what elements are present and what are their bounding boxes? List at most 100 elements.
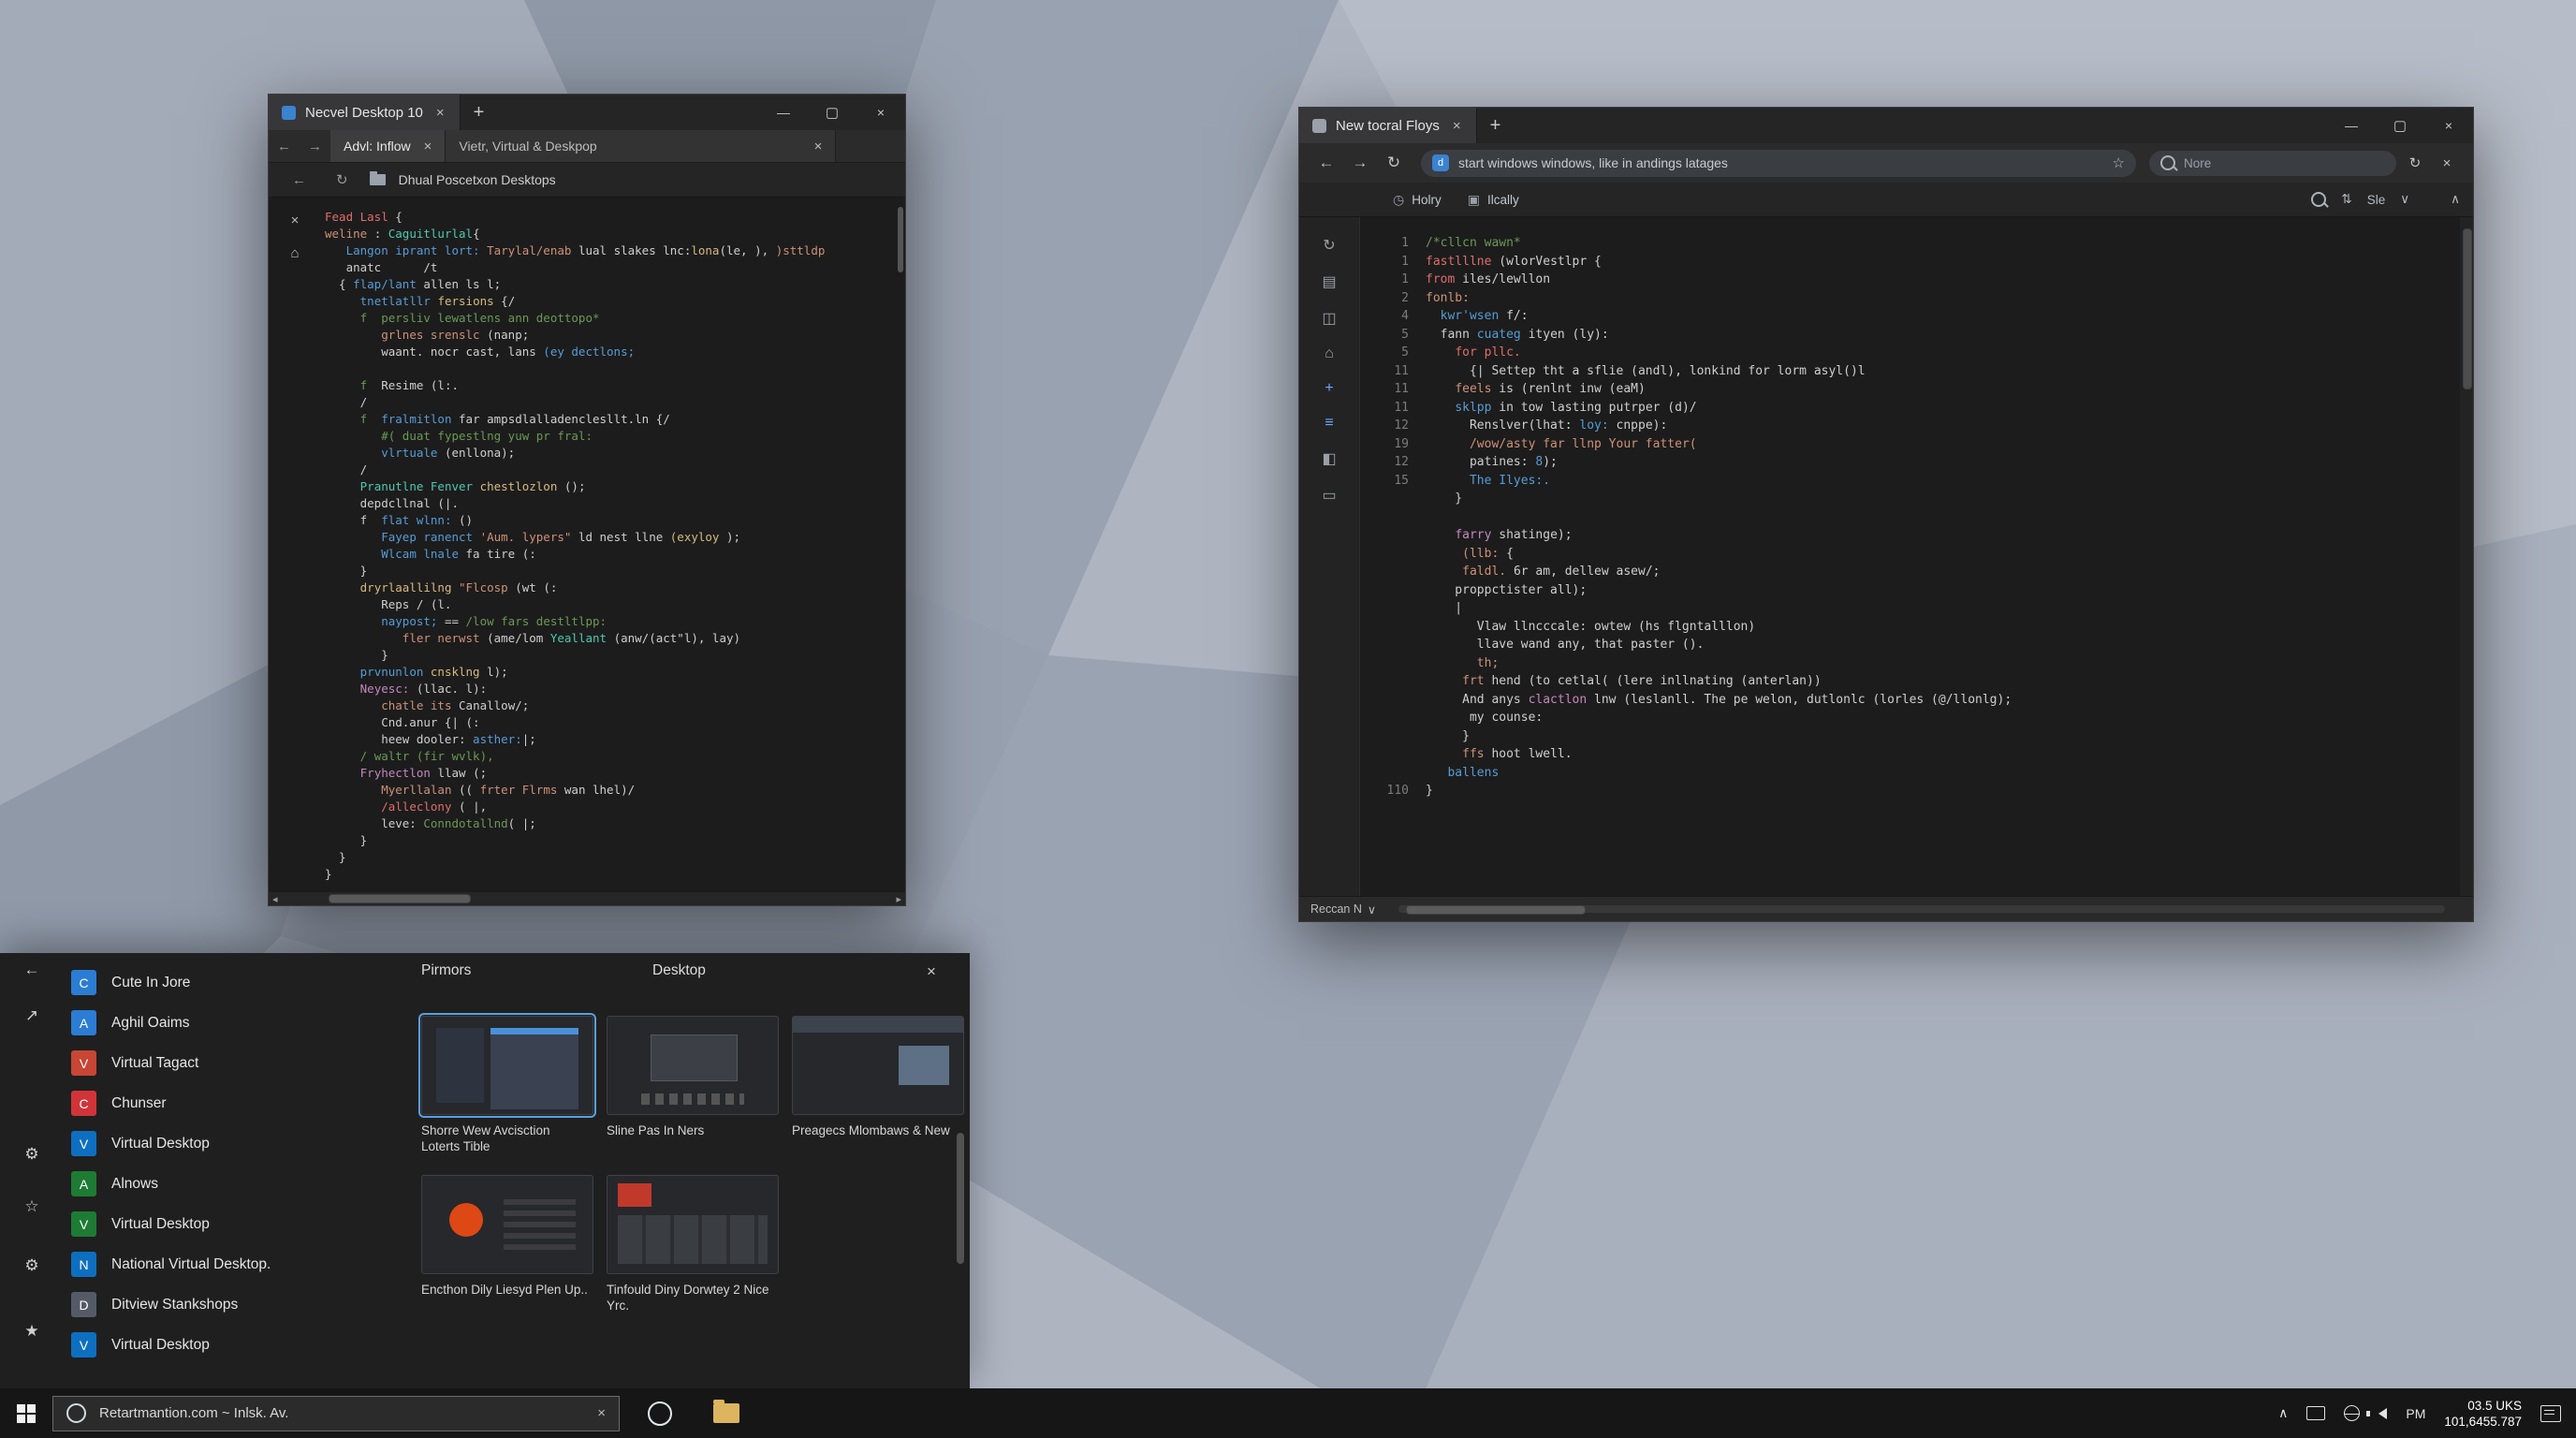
vertical-scrollbar-thumb[interactable] — [898, 207, 903, 272]
task-thumbnail[interactable] — [421, 1016, 593, 1115]
app-list-item[interactable]: VVirtual Desktop — [71, 1123, 408, 1164]
task-thumbnail[interactable] — [421, 1175, 593, 1274]
back-icon[interactable]: ← — [269, 139, 300, 154]
home-icon[interactable]: ⌂ — [290, 245, 299, 261]
back-icon[interactable]: ← — [0, 961, 64, 979]
scroll-right-icon[interactable]: ▸ — [896, 893, 901, 905]
clear-search-icon[interactable]: × — [597, 1405, 606, 1421]
volume-icon[interactable] — [2378, 1408, 2387, 1419]
settings-icon[interactable]: ↻ — [2402, 154, 2428, 171]
sort-icon[interactable]: ⇅ — [2341, 192, 2351, 207]
scroll-left-icon[interactable]: ◂ — [272, 893, 278, 905]
task-thumbnail[interactable] — [607, 1016, 779, 1115]
tab-close-icon[interactable]: × — [1449, 116, 1465, 136]
app-list-item[interactable]: VVirtual Tagact — [71, 1043, 408, 1083]
taskbar-search-input[interactable]: Retartmantion.com ~ Inlsk. Av. × — [52, 1396, 620, 1431]
url-field[interactable]: d start windows windows, like in andings… — [1421, 150, 2136, 177]
task-thumbnail-item[interactable]: Sline Pas In Ners — [607, 1016, 777, 1154]
chevron-down-icon[interactable]: ∨ — [2400, 192, 2409, 207]
refresh-icon[interactable]: ↻ — [1323, 236, 1335, 255]
new-tab-button[interactable]: + — [461, 102, 498, 124]
vertical-scrollbar[interactable] — [2460, 217, 2473, 896]
search-icon[interactable] — [2311, 192, 2326, 207]
layout-icon[interactable]: ◧ — [1322, 449, 1336, 468]
app-list-item[interactable]: DDitview Stankshops — [71, 1284, 408, 1325]
back-icon[interactable]: ← — [284, 172, 315, 188]
bookmark-item-ilcally[interactable]: ▣ Ilcally — [1468, 192, 1519, 208]
bookmark-star-icon[interactable]: ☆ — [2113, 154, 2125, 171]
frame-icon[interactable]: ▭ — [1322, 486, 1336, 505]
forward-icon[interactable]: → — [1346, 154, 1374, 172]
task-thumbnail[interactable] — [607, 1175, 779, 1274]
taskbar: Retartmantion.com ~ Inlsk. Av. × ∧ PM 03… — [0, 1388, 2576, 1438]
file-tab-active[interactable]: Advl: Inflow × — [330, 130, 446, 162]
collapse-icon[interactable]: ∧ — [2451, 192, 2460, 207]
browser-tab[interactable]: New tocral Floys × — [1299, 108, 1477, 143]
panel-close-icon[interactable]: × — [923, 959, 940, 985]
list-icon[interactable]: ≡ — [1325, 415, 1333, 432]
vertical-scrollbar-thumb[interactable] — [2463, 228, 2472, 389]
minimize-button[interactable]: — — [759, 95, 808, 130]
task-thumbnail-item[interactable]: Preagecs Mlombaws & New — [792, 1016, 962, 1154]
refresh-icon[interactable]: ↻ — [1380, 154, 1408, 172]
close-icon[interactable]: × — [2434, 155, 2460, 171]
task-thumbnail[interactable] — [792, 1016, 964, 1115]
code-editor[interactable]: Fead Lasl {weline : Caguitlurlal{ Langon… — [321, 198, 905, 892]
cortana-button[interactable] — [648, 1401, 672, 1426]
network-icon[interactable] — [2344, 1405, 2360, 1421]
horizontal-scrollbar[interactable]: ◂ ▸ — [269, 892, 905, 905]
taskbar-clock[interactable]: 03.5 UKS 101,6455.787 — [2444, 1398, 2522, 1430]
home-icon[interactable]: ⌂ — [1325, 345, 1334, 362]
horizontal-scrollbar[interactable] — [1398, 905, 2445, 913]
left-window-tab[interactable]: Necvel Desktop 10 × — [269, 95, 461, 130]
app-list-item[interactable]: CCute In Jore — [71, 962, 408, 1003]
code-token — [325, 614, 381, 628]
app-list-item[interactable]: VVirtual Desktop — [71, 1204, 408, 1244]
share-icon[interactable]: ↗ — [0, 1006, 64, 1025]
maximize-button[interactable]: ▢ — [2376, 108, 2424, 143]
back-icon[interactable]: ← — [1312, 154, 1340, 172]
task-thumbnail-item[interactable]: Tinfould Diny Dorwtey 2 Nice Yrc. — [607, 1175, 777, 1313]
favorite-icon[interactable]: ★ — [0, 1322, 64, 1341]
app-list-item[interactable]: AAlnows — [71, 1164, 408, 1204]
tab-close-icon[interactable]: × — [811, 137, 827, 156]
task-thumbnail-item[interactable]: Shorre Wew Avcisction Loterts Tible — [421, 1016, 592, 1154]
display-icon[interactable] — [2306, 1406, 2325, 1420]
app-list-item[interactable]: AAghil Oaims — [71, 1003, 408, 1043]
close-button[interactable]: × — [2424, 108, 2473, 143]
chevron-down-icon[interactable]: ∨ — [1368, 902, 1376, 917]
new-tab-button[interactable]: + — [1477, 115, 1515, 137]
settings-icon[interactable]: ⚙ — [0, 1145, 64, 1164]
add-icon[interactable]: + — [1325, 380, 1333, 397]
task-thumbnail-item[interactable]: Encthon Dily Liesyd Plen Up.. — [421, 1175, 592, 1313]
panel-scrollbar-thumb[interactable] — [957, 1133, 964, 1264]
app-list-item[interactable]: VVirtual Desktop — [71, 1325, 408, 1365]
refresh-icon[interactable]: ↻ — [328, 171, 357, 188]
code-view[interactable]: 1/*cllcn wawn*1fastlllne (wlorVestlpr {1… — [1360, 217, 2460, 896]
notification-center-icon[interactable] — [2540, 1405, 2561, 1422]
reader-icon[interactable]: ▤ — [1322, 272, 1336, 291]
maximize-button[interactable]: ▢ — [808, 95, 856, 130]
bookmark-item-holry[interactable]: ◷ Holry — [1393, 192, 1442, 208]
horizontal-scrollbar-thumb[interactable] — [1406, 905, 1586, 915]
app-label: Virtual Desktop — [111, 1337, 210, 1354]
file-explorer-taskbar-icon[interactable] — [713, 1403, 739, 1423]
minimize-button[interactable]: — — [2327, 108, 2376, 143]
forward-icon[interactable]: → — [300, 139, 330, 154]
secondary-search-field[interactable]: Nore — [2149, 151, 2396, 176]
code-line: / — [325, 394, 900, 411]
tab-close-icon[interactable]: × — [420, 137, 436, 156]
hidden-icons-chevron[interactable]: ∧ — [2278, 1405, 2288, 1421]
close-button[interactable]: × — [856, 95, 905, 130]
code-token: (anw/(act"l), lay) — [614, 631, 740, 645]
split-panel-icon[interactable]: ◫ — [1322, 309, 1336, 328]
app-list-item[interactable]: NNational Virtual Desktop. — [71, 1244, 408, 1284]
star-icon[interactable]: ☆ — [0, 1197, 64, 1216]
horizontal-scrollbar-thumb[interactable] — [329, 894, 471, 903]
start-button[interactable] — [0, 1388, 52, 1438]
settings-icon-2[interactable]: ⚙ — [0, 1256, 64, 1275]
close-icon[interactable]: × — [291, 213, 300, 228]
app-list-item[interactable]: CChunser — [71, 1083, 408, 1123]
tab-close-icon[interactable]: × — [432, 103, 448, 123]
file-tab[interactable]: Vietr, Virtual & Deskpop × — [446, 130, 836, 162]
